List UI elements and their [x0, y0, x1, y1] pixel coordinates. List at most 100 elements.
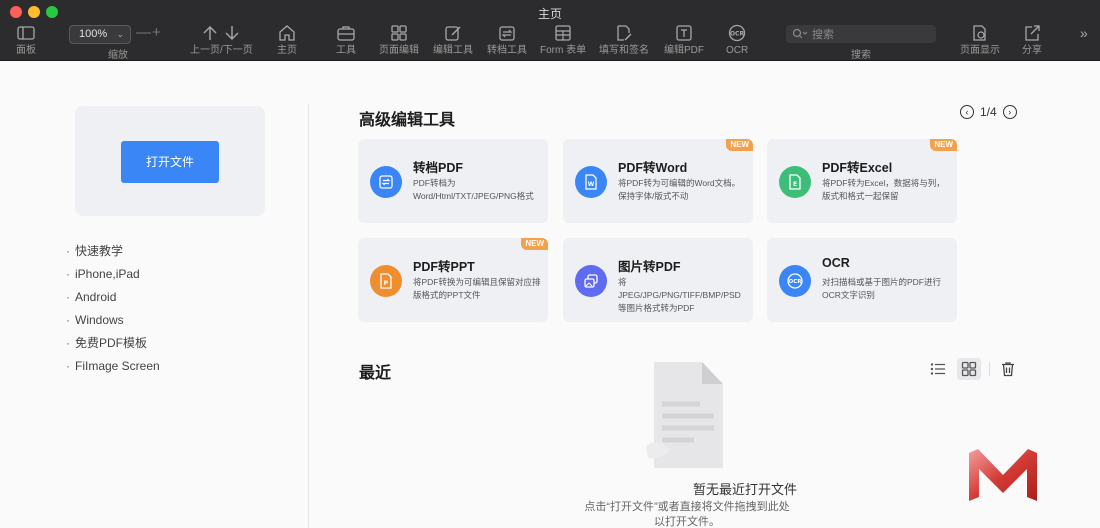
tool-card-convert-pdf[interactable]: 转档PDF PDF转档为Word/Html/TXT/JPEG/PNG格式	[358, 139, 548, 223]
arrow-up-down-icon	[203, 26, 239, 40]
form-icon	[555, 25, 571, 41]
card-desc: 将PDF转为Excel，数据将与列，版式和格式一起保留	[822, 178, 945, 201]
pager: ‹ 1/4 ›	[960, 105, 1017, 119]
svg-text:P: P	[384, 280, 389, 287]
sidebar-link-fiimage-screen[interactable]: FiImage Screen	[66, 358, 160, 381]
form-label: Form 表单	[540, 45, 587, 56]
page-edit-label: 页面编辑	[379, 45, 419, 56]
zoom-label: 缩放	[108, 50, 128, 61]
search-input[interactable]: 搜索	[786, 25, 936, 43]
tool-card-image-to-pdf[interactable]: 图片转PDF 将JPEG/JPG/PNG/TIFF/BMP/PSD等图片格式转为…	[563, 238, 753, 322]
panel-button[interactable]: 面板	[16, 24, 36, 56]
sidebar-link-pdf-templates[interactable]: 免费PDF模板	[66, 335, 160, 358]
fill-sign-button[interactable]: 填写和签名	[599, 24, 649, 56]
home-button[interactable]: 主页	[277, 24, 297, 56]
toolbox-icon	[337, 26, 355, 41]
edit-tool-label: 编辑工具	[433, 45, 473, 56]
ocr-toolbar-label: OCR	[726, 45, 749, 56]
card-title: PDF转PPT	[413, 260, 475, 274]
search-placeholder: 搜索	[812, 29, 834, 41]
card-desc: 对扫描档或基于图片的PDF进行OCR文字识别	[822, 277, 942, 300]
new-badge: NEW	[521, 238, 548, 250]
ocr-toolbar-button[interactable]: OCR OCR	[726, 24, 748, 56]
card-desc: PDF转档为Word/Html/TXT/JPEG/PNG格式	[413, 178, 534, 201]
sidebar-links: 快速教学 iPhone,iPad Android Windows 免费PDF模板…	[66, 243, 160, 381]
tools-button[interactable]: 工具	[336, 24, 356, 56]
zoom-select[interactable]: 100% ⌄	[69, 25, 131, 44]
empty-state-title: 暂无最近打开文件	[692, 482, 797, 497]
panel-label: 面板	[16, 45, 36, 56]
zoom-out-button[interactable]: —	[136, 24, 151, 41]
svg-text:OCR: OCR	[789, 279, 803, 285]
edit-pdf-label: 编辑PDF	[664, 45, 704, 56]
convert-icon	[370, 166, 402, 198]
sidebar-link-windows[interactable]: Windows	[66, 312, 160, 335]
card-title: OCR	[822, 256, 850, 270]
page-edit-button[interactable]: 页面编辑	[379, 24, 419, 56]
zoom-value: 100%	[79, 28, 108, 40]
home-label: 主页	[277, 45, 297, 56]
new-badge: NEW	[930, 139, 957, 151]
word-icon: W	[575, 166, 607, 198]
tool-card-ocr[interactable]: OCR OCR 对扫描档或基于图片的PDF进行OCR文字识别	[767, 238, 957, 322]
open-file-button[interactable]: 打开文件	[121, 141, 219, 183]
text-tool-icon	[676, 25, 692, 41]
share-label: 分享	[1022, 45, 1042, 56]
sidebar-link-tutorial[interactable]: 快速教学	[66, 243, 160, 266]
tool-card-pdf-to-excel[interactable]: E PDF转Excel 将PDF转为Excel，数据将与列，版式和格式一起保留 …	[767, 139, 957, 223]
chevron-down-icon: ⌄	[116, 29, 124, 39]
page-nav-button[interactable]: 上一页/下一页	[190, 24, 253, 56]
divider	[308, 104, 309, 528]
toolbar: 主页 面板 100% ⌄ — + 缩放 上一页/下一页 主页 工具 页面编辑 编辑…	[0, 0, 1100, 61]
card-title: PDF转Word	[618, 161, 688, 175]
clear-recent-button[interactable]	[996, 358, 1020, 380]
home-icon	[279, 25, 295, 41]
svg-text:OCR: OCR	[730, 31, 745, 38]
sidebar-link-iphone-ipad[interactable]: iPhone,iPad	[66, 266, 160, 289]
edit-pdf-button[interactable]: 编辑PDF	[664, 24, 704, 56]
list-view-button[interactable]	[926, 358, 950, 380]
search-label: 搜索	[851, 50, 871, 61]
card-title: 转档PDF	[413, 161, 464, 175]
sidebar-link-android[interactable]: Android	[66, 289, 160, 312]
share-icon	[1025, 25, 1040, 41]
card-desc: 将PDF转为可编辑的Word文档。保持字体/版式不动	[618, 178, 741, 201]
svg-text:E: E	[793, 181, 797, 188]
card-desc: 将PDF转换为可编辑且保留对应排版格式的PPT文件	[413, 277, 541, 300]
sidebar-icon	[17, 26, 35, 40]
trash-icon	[1002, 362, 1014, 377]
tools-label: 工具	[336, 45, 356, 56]
excel-icon: E	[779, 166, 811, 198]
next-page-button[interactable]: ›	[1002, 105, 1017, 119]
edit-icon	[445, 26, 461, 41]
recent-section-title: 最近	[359, 365, 392, 382]
convert-icon	[499, 26, 515, 41]
app-logo	[969, 449, 1037, 501]
prev-page-button[interactable]: ‹	[960, 105, 974, 119]
list-icon	[930, 363, 945, 375]
edit-tool-button[interactable]: 编辑工具	[433, 24, 473, 56]
page-display-label: 页面显示	[960, 45, 1000, 56]
ppt-icon: P	[370, 265, 402, 297]
new-badge: NEW	[726, 139, 753, 151]
tool-card-pdf-to-ppt[interactable]: P PDF转PPT 将PDF转换为可编辑且保留对应排版格式的PPT文件 NEW	[358, 238, 548, 322]
fill-sign-label: 填写和签名	[599, 45, 649, 56]
open-file-card: 打开文件	[75, 106, 265, 216]
window-title: 主页	[537, 7, 562, 21]
zoom-in-button[interactable]: +	[152, 24, 161, 41]
share-button[interactable]: 分享	[1022, 24, 1042, 56]
divider	[989, 362, 990, 376]
card-title: PDF转Excel	[822, 161, 893, 175]
grid-view-button[interactable]	[957, 358, 981, 380]
convert-tool-button[interactable]: 转档工具	[487, 24, 527, 56]
page-display-button[interactable]: 页面显示	[960, 24, 1000, 56]
card-title: 图片转PDF	[618, 260, 681, 274]
form-button[interactable]: Form 表单	[540, 24, 586, 56]
tool-card-pdf-to-word[interactable]: W PDF转Word 将PDF转为可编辑的Word文档。保持字体/版式不动 NE…	[563, 139, 753, 223]
page-nav-label: 上一页/下一页	[190, 45, 253, 56]
ocr-icon: OCR	[728, 24, 746, 42]
toolbar-overflow-button[interactable]: »	[1080, 25, 1088, 41]
convert-tool-label: 转档工具	[487, 45, 527, 56]
empty-state-description: 点击“打开文件”或者直接将文件拖拽到此处以打开文件。	[584, 501, 790, 528]
sidebar: 打开文件 快速教学 iPhone,iPad Android Windows 免费…	[0, 62, 308, 528]
